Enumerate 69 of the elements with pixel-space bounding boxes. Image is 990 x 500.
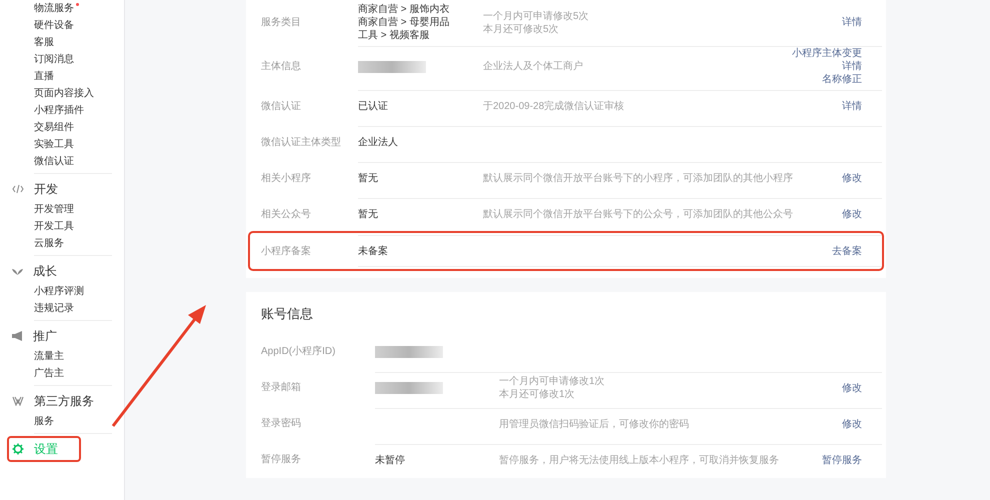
section-title: 账号信息 xyxy=(260,305,314,323)
settings-icon xyxy=(12,443,24,455)
action-link[interactable]: 详情 xyxy=(842,60,862,73)
field-note: 一个月内可申请修改5次 xyxy=(483,10,590,22)
field-label: AppID(小程序ID) xyxy=(260,344,336,359)
sidebar-item[interactable]: 客服 xyxy=(34,35,54,50)
sidebar-item[interactable]: 微信认证 xyxy=(34,154,74,169)
sidebar-item[interactable]: 开发工具 xyxy=(34,219,74,234)
sidebar-item[interactable]: 开发管理 xyxy=(34,202,74,217)
sidebar-section[interactable]: 开发 xyxy=(12,178,112,200)
field-label: 微信认证 xyxy=(260,100,302,114)
action-link[interactable]: 去备案 xyxy=(832,244,862,258)
action-link[interactable]: 详情 xyxy=(842,16,862,29)
field-value: 暂无 xyxy=(358,172,379,185)
field-note: 本月还可修改1次 xyxy=(499,388,576,401)
field-note: 用管理员微信扫码验证后，可修改你的密码 xyxy=(499,418,690,430)
field-label: 登录密码 xyxy=(260,416,302,431)
field-value: 商家自营 > 服饰内衣 xyxy=(358,3,450,16)
sidebar-item[interactable]: 小程序插件 xyxy=(34,103,84,118)
action-link[interactable]: 修改 xyxy=(842,382,862,394)
field-label: 相关公众号 xyxy=(260,208,312,222)
field-value: 商家自营 > 母婴用品 xyxy=(358,16,450,29)
action-link[interactable]: 暂停服务 xyxy=(822,454,862,466)
code-icon xyxy=(12,184,24,194)
field-label: 微信认证主体类型 xyxy=(260,136,342,150)
field-label: 相关小程序 xyxy=(260,172,312,186)
puzzle-icon xyxy=(12,396,24,406)
field-label: 主体信息 xyxy=(260,60,302,74)
sidebar-item[interactable]: 硬件设备 xyxy=(34,18,74,33)
field-note: 默认展示同个微信开放平台账号下的小程序，可添加团队的其他小程序 xyxy=(483,172,794,185)
field-label: 小程序备案 xyxy=(260,244,312,258)
field-value: 未暂停 xyxy=(375,454,406,466)
action-link[interactable]: 修改 xyxy=(842,208,862,221)
field-value: 未备案 xyxy=(358,244,389,258)
field-value: 工具 > 视频客服 xyxy=(358,29,430,42)
sidebar-item[interactable]: 直播 xyxy=(34,69,54,84)
sidebar-item[interactable]: 小程序评测 xyxy=(34,284,84,299)
sidebar-item[interactable]: 违规记录 xyxy=(34,301,74,316)
sidebar-item[interactable]: 页面内容接入 xyxy=(34,86,94,101)
field-label: 暂停服务 xyxy=(260,452,302,467)
field-label: 服务类目 xyxy=(260,16,302,30)
field-note: 本月还可修改5次 xyxy=(483,22,560,36)
sidebar-item[interactable]: 实验工具 xyxy=(34,137,74,152)
field-note: 默认展示同个微信开放平台账号下的公众号，可添加团队的其他公众号 xyxy=(483,208,794,221)
sidebar-item[interactable]: 服务 xyxy=(34,414,54,429)
sidebar-item[interactable]: 交易组件 xyxy=(34,120,74,135)
sidebar-item[interactable]: 云服务 xyxy=(34,236,64,251)
action-link[interactable]: 名称修正 xyxy=(822,73,862,86)
megaphone-icon xyxy=(12,331,23,341)
sidebar-section[interactable]: 第三方服务 xyxy=(12,390,112,412)
sidebar-item[interactable]: 流量主 xyxy=(34,349,64,364)
sidebar-section[interactable]: 推广 xyxy=(12,325,112,347)
field-label: 登录邮箱 xyxy=(260,380,302,395)
sidebar-section[interactable]: 成长 xyxy=(12,260,112,282)
field-value: 暂无 xyxy=(358,208,379,221)
sidebar-item[interactable]: 广告主 xyxy=(34,366,64,381)
field-note: 暂停服务，用户将无法使用线上版本小程序，可取消并恢复服务 xyxy=(499,454,780,466)
action-link[interactable]: 修改 xyxy=(842,172,862,185)
sidebar-item[interactable]: 物流服务 xyxy=(34,1,74,16)
action-link[interactable]: 详情 xyxy=(842,100,862,113)
field-note: 一个月内可申请修改1次 xyxy=(499,375,606,388)
field-note: 于2020-09-28完成微信认证审核 xyxy=(483,100,626,113)
field-value: 企业法人 xyxy=(358,136,399,149)
sidebar-item[interactable]: 订阅消息 xyxy=(34,52,74,67)
field-note: 企业法人及个体工商户 xyxy=(483,60,584,73)
action-link[interactable]: 修改 xyxy=(842,418,862,430)
sprout-icon xyxy=(12,266,23,276)
field-value: 已认证 xyxy=(358,100,389,113)
action-link[interactable]: 小程序主体变更 xyxy=(792,47,862,60)
